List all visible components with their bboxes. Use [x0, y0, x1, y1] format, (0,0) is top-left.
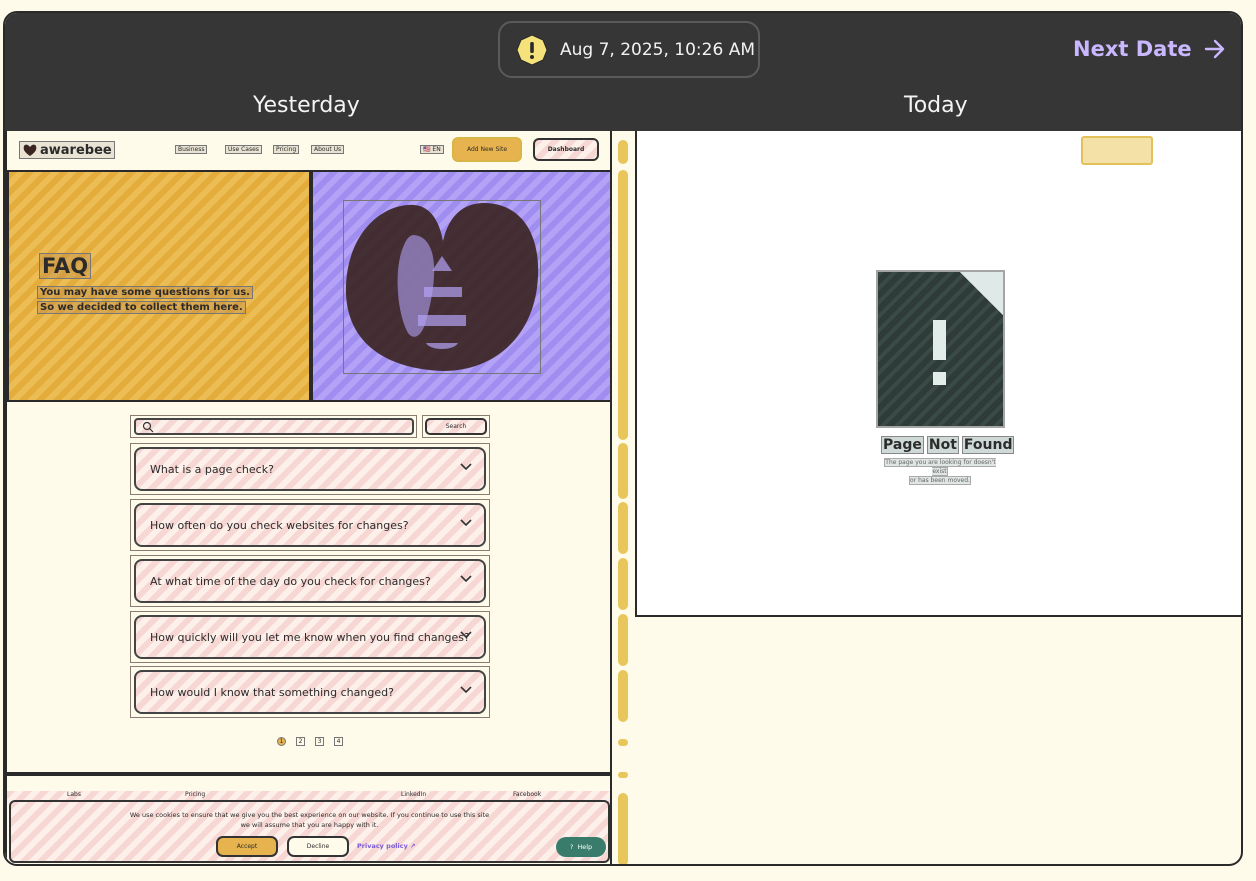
heart-bee-logo: [343, 200, 541, 374]
cookie-text-line-1: We use cookies to ensure that we give yo…: [129, 811, 490, 819]
pagination: 1 2 3 4: [277, 737, 343, 746]
next-date-label: Next Date: [1073, 37, 1192, 61]
help-label: Help: [577, 843, 593, 851]
faq-subtitle-2: So we decided to collect them here.: [37, 301, 246, 314]
diff-viewer: Aug 7, 2025, 10:26 AM Next Date Yesterda…: [3, 11, 1243, 866]
change-marker: [618, 170, 628, 440]
chevron-down-icon: [460, 631, 472, 639]
nav-use-cases[interactable]: Use Cases: [225, 145, 262, 154]
hero-illustration: [311, 170, 610, 402]
page-2[interactable]: 2: [296, 737, 305, 746]
change-marker: [618, 793, 628, 864]
top-bar: Aug 7, 2025, 10:26 AM Next Date Yesterda…: [5, 13, 1241, 131]
faq-question: At what time of the day do you check for…: [134, 559, 486, 603]
next-date-button[interactable]: Next Date: [1073, 37, 1226, 61]
title-word: Found: [961, 436, 1015, 454]
file-warning-icon: [878, 272, 1003, 426]
not-found-description: The page you are looking for doesn't exi…: [876, 458, 1004, 485]
cookie-banner: We use cookies to ensure that we give yo…: [9, 800, 610, 863]
highlighted-button-region: [1081, 136, 1153, 165]
change-marker: [618, 558, 628, 610]
page-1[interactable]: 1: [277, 737, 286, 746]
dashboard-button[interactable]: Dashboard: [533, 138, 599, 161]
help-button[interactable]: ? Help: [556, 837, 606, 857]
accept-button[interactable]: Accept: [216, 836, 278, 857]
faq-question-text: At what time of the day do you check for…: [150, 574, 431, 588]
site-logo[interactable]: awarebee: [19, 141, 115, 159]
decline-button[interactable]: Decline: [287, 836, 349, 857]
change-marker: [618, 772, 628, 778]
title-word: Page: [881, 436, 924, 454]
privacy-policy-link[interactable]: Privacy policy ↗: [357, 842, 416, 850]
faq-item[interactable]: How often do you check websites for chan…: [130, 499, 490, 551]
faq-question: What is a page check?: [134, 447, 486, 491]
date-text: Aug 7, 2025, 10:26 AM: [560, 39, 755, 60]
faq-hero: FAQ You may have some questions for us. …: [7, 170, 311, 402]
change-marker: [618, 443, 628, 499]
faq-question: How quickly will you let me know when yo…: [134, 615, 486, 659]
flag-icon: 🇺🇸: [423, 146, 431, 153]
faq-item[interactable]: How would I know that something changed?: [130, 666, 490, 718]
page-3[interactable]: 3: [315, 737, 324, 746]
warning-icon: [516, 33, 548, 66]
yesterday-label: Yesterday: [253, 93, 360, 118]
faq-question-text: How quickly will you let me know when yo…: [150, 630, 470, 644]
footer-link-labs[interactable]: Labs: [67, 791, 81, 798]
today-label: Today: [904, 93, 968, 118]
add-new-site-button[interactable]: Add New Site: [452, 137, 522, 162]
language-label: EN: [432, 146, 441, 153]
date-pill: Aug 7, 2025, 10:26 AM: [498, 21, 760, 78]
faq-item[interactable]: What is a page check?: [130, 443, 490, 495]
change-marker: [618, 502, 628, 554]
chevron-down-icon: [460, 575, 472, 583]
faq-search: Search: [130, 415, 490, 438]
title-word: Not: [926, 436, 959, 454]
site-nav: awarebee Business Use Cases Pricing Abou…: [7, 131, 610, 169]
footer-link-linkedin[interactable]: LinkedIn: [401, 791, 426, 798]
change-marker: [618, 670, 628, 722]
page-not-found-title: Page Not Found: [881, 436, 1015, 454]
help-icon: ?: [569, 843, 574, 851]
faq-question-text: How would I know that something changed?: [150, 685, 394, 699]
footer-divider: [7, 772, 610, 776]
faq-question-text: What is a page check?: [150, 462, 274, 476]
cookie-text-line-2: we will assume that you are happy with i…: [240, 821, 379, 829]
search-icon: [142, 421, 154, 432]
chevron-down-icon: [460, 463, 472, 471]
not-found-description-line-2: or has been moved.: [909, 476, 971, 485]
faq-question-text: How often do you check websites for chan…: [150, 518, 409, 532]
arrow-right-icon: [1204, 39, 1224, 59]
footer-link-facebook[interactable]: Facebook: [513, 791, 541, 798]
bee-heart-icon: [345, 203, 539, 371]
change-marker: [618, 614, 628, 666]
search-input-wrapper: [130, 415, 417, 438]
page-4[interactable]: 4: [334, 737, 343, 746]
chevron-down-icon: [460, 686, 472, 694]
faq-item[interactable]: At what time of the day do you check for…: [130, 555, 490, 607]
language-select[interactable]: 🇺🇸 EN: [420, 145, 444, 154]
faq-title: FAQ: [39, 253, 92, 279]
bee-heart-icon: [23, 144, 37, 156]
nav-business[interactable]: Business: [175, 145, 208, 154]
today-panel: Page Not Found The page you are looking …: [635, 131, 1241, 617]
not-found-description-line-1: The page you are looking for doesn't exi…: [884, 458, 996, 476]
yesterday-panel: awarebee Business Use Cases Pricing Abou…: [5, 131, 612, 864]
faq-subtitle-1: You may have some questions for us.: [37, 286, 253, 299]
search-button-wrapper: Search: [422, 415, 490, 438]
not-found-illustration: [876, 270, 1005, 428]
faq-item[interactable]: How quickly will you let me know when yo…: [130, 611, 490, 663]
change-marker: [618, 140, 628, 164]
footer-link-pricing[interactable]: Pricing: [185, 791, 205, 798]
chevron-down-icon: [460, 519, 472, 527]
cookie-text: We use cookies to ensure that we give yo…: [11, 810, 608, 830]
search-input[interactable]: [134, 418, 414, 435]
search-button[interactable]: Search: [425, 418, 487, 435]
logo-text: awarebee: [40, 142, 112, 158]
nav-about[interactable]: About Us: [311, 145, 345, 154]
nav-pricing[interactable]: Pricing: [273, 145, 300, 154]
faq-question: How often do you check websites for chan…: [134, 503, 486, 547]
change-marker: [618, 739, 628, 746]
faq-question: How would I know that something changed?: [134, 670, 486, 714]
